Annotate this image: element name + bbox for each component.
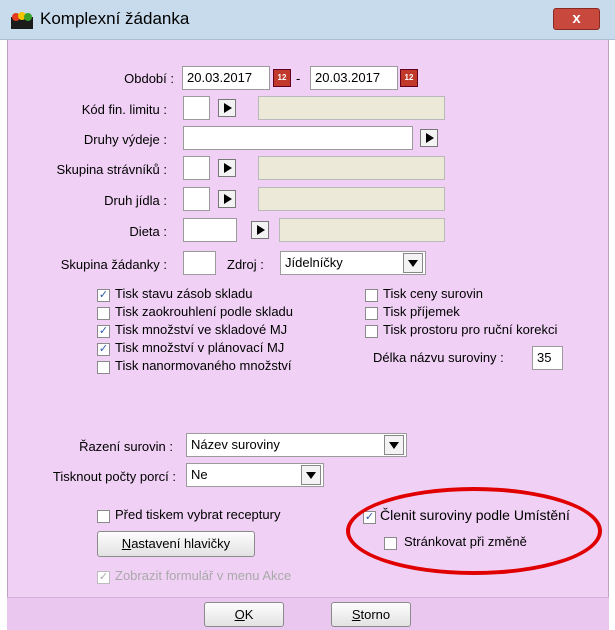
druh-jidla-label: Druh jídla : xyxy=(104,193,167,208)
checkbox-label: Zobrazit formulář v menu Akce xyxy=(115,568,292,583)
checkbox-label: Tisk prostoru pro ruční korekci xyxy=(383,322,558,337)
checkbox-tisk-nanormovaneho[interactable] xyxy=(97,361,110,374)
checkbox-tisk-planovaci-mj[interactable]: ✓ xyxy=(97,343,110,356)
button-label: astavení hlavičky xyxy=(131,536,231,551)
checkbox-label: Tisk příjemek xyxy=(383,304,460,319)
kod-fin-limitu-input[interactable] xyxy=(183,96,210,120)
dieta-label: Dieta : xyxy=(129,224,167,239)
calendar-icon[interactable]: 12 xyxy=(273,69,291,87)
storno-button[interactable]: Storno xyxy=(331,602,411,627)
button-label: torno xyxy=(360,607,391,622)
delka-nazvu-label: Délka názvu suroviny : xyxy=(373,350,504,365)
nastaveni-hlavicky-button[interactable]: Nastavení hlavičky xyxy=(97,531,255,557)
dieta-description xyxy=(279,218,445,242)
pocty-porci-label: Tisknout počty porcí : xyxy=(52,469,176,484)
button-label: K xyxy=(244,607,254,622)
skupina-stravniku-input[interactable] xyxy=(183,156,210,180)
checkbox-pred-tiskem[interactable] xyxy=(97,510,110,523)
checkbox-tisk-prostoru[interactable] xyxy=(365,325,378,338)
chevron-down-icon[interactable] xyxy=(301,465,321,485)
calendar-icon[interactable]: 12 xyxy=(400,69,418,87)
druhy-vydeje-input[interactable] xyxy=(183,126,413,150)
checkbox-label: Tisk stavu zásob skladu xyxy=(115,286,253,301)
checkbox-label: Tisk množství v plánovací MJ xyxy=(115,340,285,355)
skupina-stravniku-label: Skupina strávníků : xyxy=(56,162,167,177)
razeni-select[interactable]: Název suroviny xyxy=(186,433,407,457)
button-mnemonic: N xyxy=(121,536,132,551)
window-title: Komplexní žádanka xyxy=(40,9,190,28)
close-icon: x xyxy=(572,10,581,27)
delka-nazvu-input[interactable]: 35 xyxy=(532,346,563,370)
skupina-stravniku-description xyxy=(258,156,445,180)
druh-jidla-picker-button[interactable] xyxy=(218,190,236,208)
checkbox-tisk-skladove-mj[interactable]: ✓ xyxy=(97,325,110,338)
checkbox-zobrazit[interactable]: ✓ xyxy=(97,571,110,584)
chevron-down-icon[interactable] xyxy=(403,253,423,273)
kod-fin-limitu-picker-button[interactable] xyxy=(218,99,236,117)
kod-fin-limitu-description xyxy=(258,96,445,120)
chevron-down-icon[interactable] xyxy=(384,435,404,455)
obdobi-label: Období : xyxy=(124,71,174,86)
button-mnemonic: S xyxy=(351,607,361,622)
kod-fin-limitu-label: Kód fin. limitu : xyxy=(81,102,167,117)
checkbox-label: Před tiskem vybrat receptury xyxy=(115,507,281,522)
skupina-zadanky-label: Skupina žádanky : xyxy=(60,257,167,272)
date-dash: - xyxy=(296,71,301,86)
skupina-zadanky-input[interactable] xyxy=(183,251,216,275)
checkbox-tisk-stavu[interactable]: ✓ xyxy=(97,289,110,302)
checkbox-tisk-zaokrouhleni[interactable] xyxy=(97,307,110,320)
checkbox-label: Tisk množství ve skladové MJ xyxy=(115,322,288,337)
checkbox-label: Tisk zaokrouhlení podle skladu xyxy=(115,304,294,319)
druh-jidla-input[interactable] xyxy=(183,187,210,211)
checkbox-tisk-prijemek[interactable] xyxy=(365,307,378,320)
checkbox-tisk-ceny[interactable] xyxy=(365,289,378,302)
highlight-ellipse xyxy=(346,487,602,575)
druh-jidla-description xyxy=(258,187,445,211)
checkbox-label: Tisk nanormovaného množství xyxy=(115,358,292,373)
date-to-input[interactable]: 20.03.2017 xyxy=(310,66,398,90)
razeni-label: Řazení surovin : xyxy=(79,439,173,454)
date-from-input[interactable]: 20.03.2017 xyxy=(182,66,270,90)
checkbox-label: Tisk ceny surovin xyxy=(383,286,483,301)
skupina-stravniku-picker-button[interactable] xyxy=(218,159,236,177)
zdroj-label: Zdroj : xyxy=(227,257,264,272)
button-bar xyxy=(7,597,609,630)
druhy-vydeje-label: Druhy výdeje : xyxy=(83,132,167,147)
dieta-picker-button[interactable] xyxy=(251,221,269,239)
food-basket-icon xyxy=(11,11,33,29)
button-mnemonic: O xyxy=(234,607,245,622)
dieta-input[interactable] xyxy=(183,218,237,242)
ok-button[interactable]: OK xyxy=(204,602,284,627)
close-button[interactable]: x xyxy=(553,8,600,30)
druhy-vydeje-picker-button[interactable] xyxy=(420,129,438,147)
